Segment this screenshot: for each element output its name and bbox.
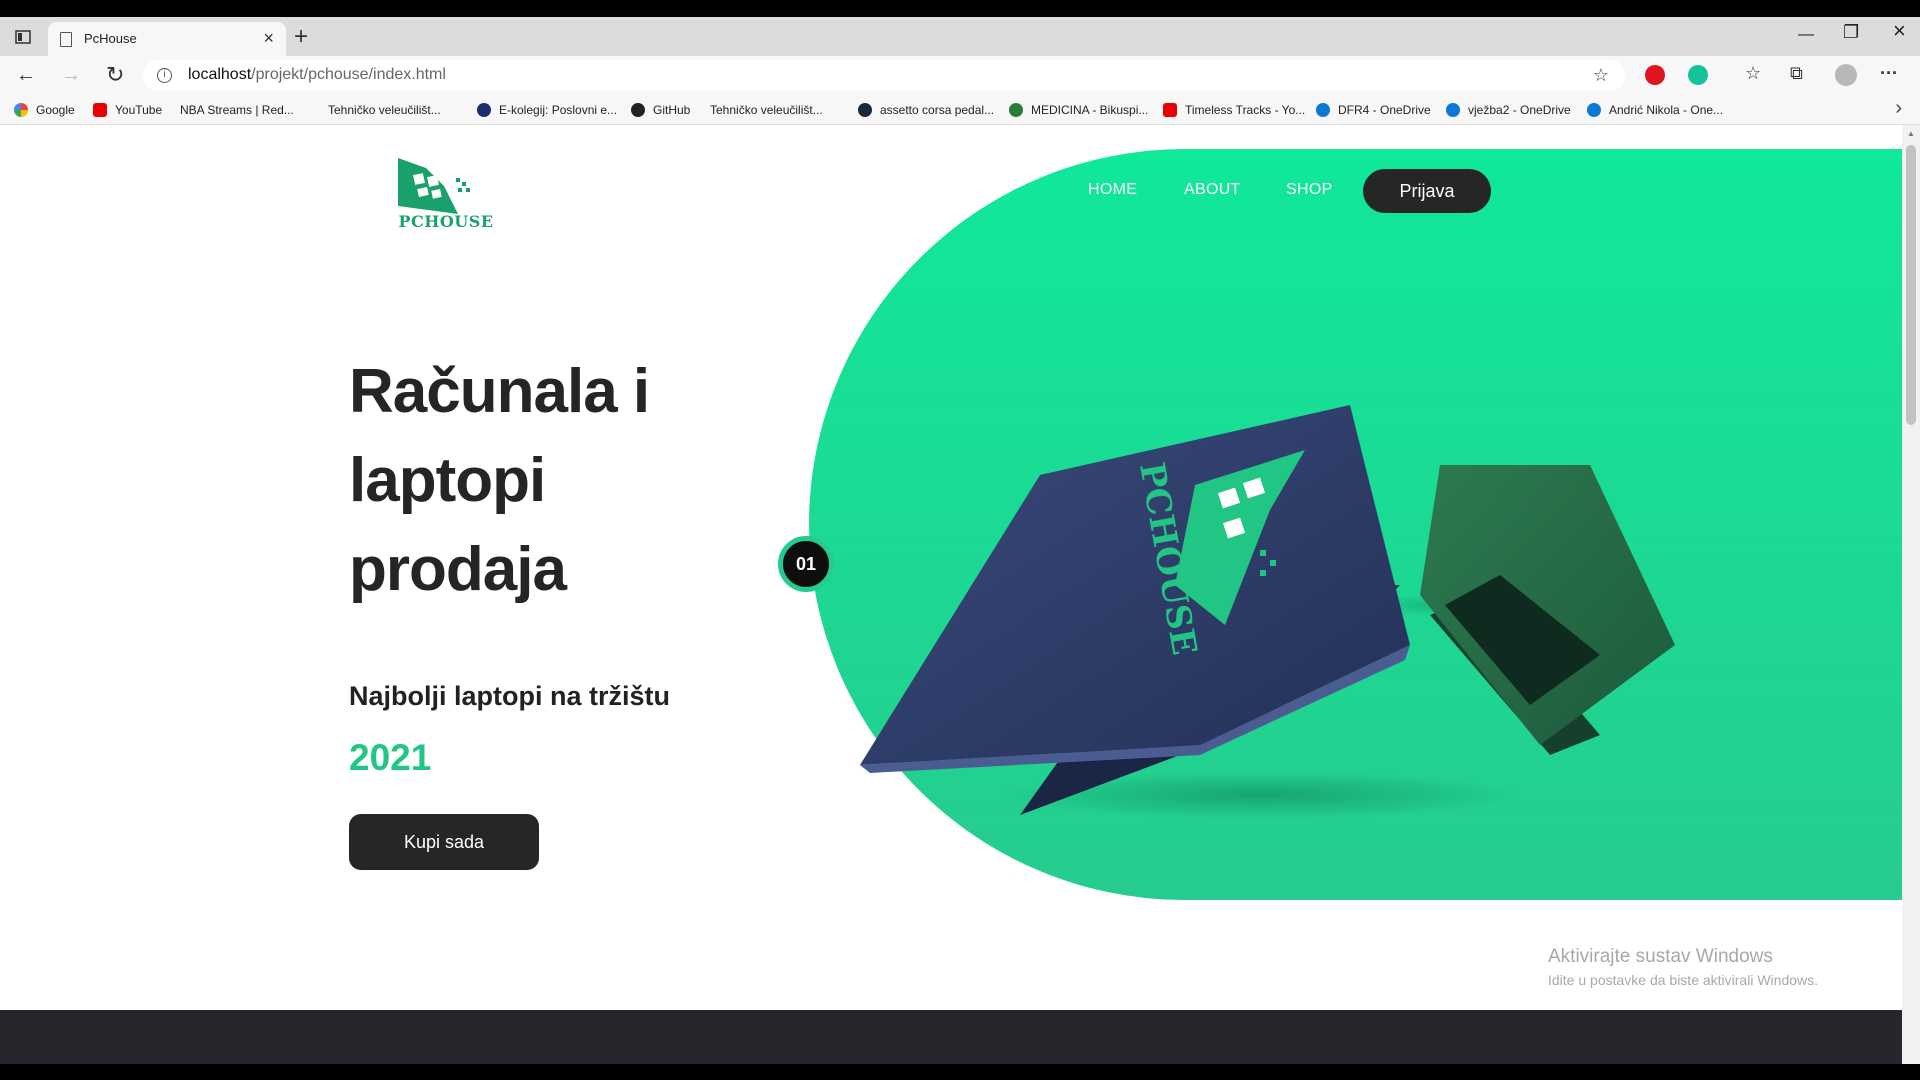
bookmark-item[interactable]: YouTube xyxy=(93,100,162,120)
bookmark-item[interactable]: Google xyxy=(14,100,75,120)
ekolegij-icon xyxy=(477,103,491,117)
new-tab-icon[interactable]: + xyxy=(294,25,308,49)
hero-subtitle: Najbolji laptopi na tržištu xyxy=(349,681,671,711)
bookmark-item[interactable]: NBA Streams | Red... xyxy=(180,100,294,239)
bookmark-item[interactable]: Timeless Tracks - Yo... xyxy=(1163,100,1305,120)
onedrive-icon xyxy=(1587,103,1601,117)
bookmark-item[interactable]: GitHub xyxy=(631,100,690,120)
info-icon[interactable]: i xyxy=(157,68,172,83)
bookmark-item[interactable]: DFR4 - OneDrive xyxy=(1316,100,1431,120)
github-icon xyxy=(631,103,645,117)
onedrive-icon xyxy=(1316,103,1330,117)
add-favorite-icon[interactable]: ☆ xyxy=(1593,65,1609,86)
page-scrollbar[interactable]: ▲ xyxy=(1902,125,1920,1064)
profile-avatar[interactable] xyxy=(1835,64,1857,86)
more-menu-icon[interactable]: ··· xyxy=(1880,63,1898,84)
youtube-icon xyxy=(1163,103,1177,117)
browser-tab-strip: PcHouse × + — ❐ × xyxy=(0,17,1920,56)
grammarly-extension-icon[interactable] xyxy=(1688,65,1708,85)
buy-now-button[interactable]: Kupi sada xyxy=(349,814,539,870)
browser-toolbar: ← → ↻ i localhost/projekt/pchouse/index.… xyxy=(0,56,1920,95)
bookmark-item[interactable]: Tehničko veleučilišt... xyxy=(710,100,823,239)
favorites-icon[interactable]: ☆ xyxy=(1745,63,1761,84)
opera-extension-icon[interactable] xyxy=(1645,65,1665,85)
screen-top-edge xyxy=(0,0,1920,17)
slide-indicator[interactable]: 01 xyxy=(778,536,834,592)
refresh-icon[interactable]: ↻ xyxy=(106,63,124,87)
bookmark-item[interactable]: vježba2 - OneDrive xyxy=(1446,100,1571,120)
close-tab-icon[interactable]: × xyxy=(263,28,274,48)
page-footer xyxy=(0,1010,1902,1064)
minimize-icon[interactable]: — xyxy=(1798,25,1814,45)
chevron-right-icon[interactable]: › xyxy=(1895,97,1902,120)
hero-title: Računala i laptopi prodaja xyxy=(349,357,650,604)
browser-tab-active[interactable]: PcHouse × xyxy=(48,22,286,56)
url-text[interactable]: localhost/projekt/pchouse/index.html xyxy=(188,66,446,84)
steam-icon xyxy=(858,103,872,117)
page-icon xyxy=(60,32,72,47)
bookmark-item[interactable]: assetto corsa pedal... xyxy=(858,100,994,120)
collections-icon[interactable]: ⧉ xyxy=(1790,63,1803,84)
bookmark-item[interactable]: Tehničko veleučilišt... xyxy=(328,100,441,239)
forward-icon[interactable]: → xyxy=(61,63,81,87)
login-button[interactable]: Prijava xyxy=(1363,169,1491,213)
close-window-icon[interactable]: × xyxy=(1893,20,1906,42)
bookmarks-bar: Google YouTube NBA Streams | Red... Tehn… xyxy=(0,95,1920,239)
screen-bottom-edge xyxy=(0,1064,1920,1080)
restore-icon[interactable]: ❐ xyxy=(1843,22,1859,42)
windows-activation-hint: Idite u postavke da biste aktivirali Win… xyxy=(1548,972,1819,988)
bookmark-item[interactable]: MEDICINA - Bikuspi... xyxy=(1009,100,1148,120)
nav-home-link[interactable]: HOME xyxy=(1088,181,1137,199)
back-icon[interactable]: ← xyxy=(16,63,36,87)
tab-title: PcHouse xyxy=(84,31,137,46)
nav-shop-link[interactable]: SHOP xyxy=(1286,181,1333,199)
globe-icon xyxy=(1009,103,1023,117)
bookmark-item[interactable]: E-kolegij: Poslovni e... xyxy=(477,100,617,120)
windows-activation-title: Aktivirajte sustav Windows xyxy=(1548,946,1773,967)
address-bar[interactable]: i localhost/projekt/pchouse/index.html ☆ xyxy=(143,60,1625,91)
onedrive-icon xyxy=(1446,103,1460,117)
logo-icon xyxy=(398,158,470,214)
bookmark-item[interactable]: Andrić Nikola - One... xyxy=(1587,100,1723,120)
scroll-up-icon[interactable]: ▲ xyxy=(1907,129,1915,138)
logo-text: PCHOUSE xyxy=(398,212,494,231)
google-icon xyxy=(14,103,28,117)
hero-year: 2021 xyxy=(349,737,432,778)
nav-about-link[interactable]: ABOUT xyxy=(1184,181,1241,199)
tab-actions-icon[interactable] xyxy=(12,27,34,47)
web-page: PCHOUSE HOME ABOUT SHOP Prijava Računala… xyxy=(0,125,1902,1010)
scroll-thumb[interactable] xyxy=(1906,145,1916,425)
site-logo[interactable]: PCHOUSE xyxy=(396,158,496,233)
youtube-icon xyxy=(93,103,107,117)
laptops-image: PCHOUSE xyxy=(860,405,1675,819)
